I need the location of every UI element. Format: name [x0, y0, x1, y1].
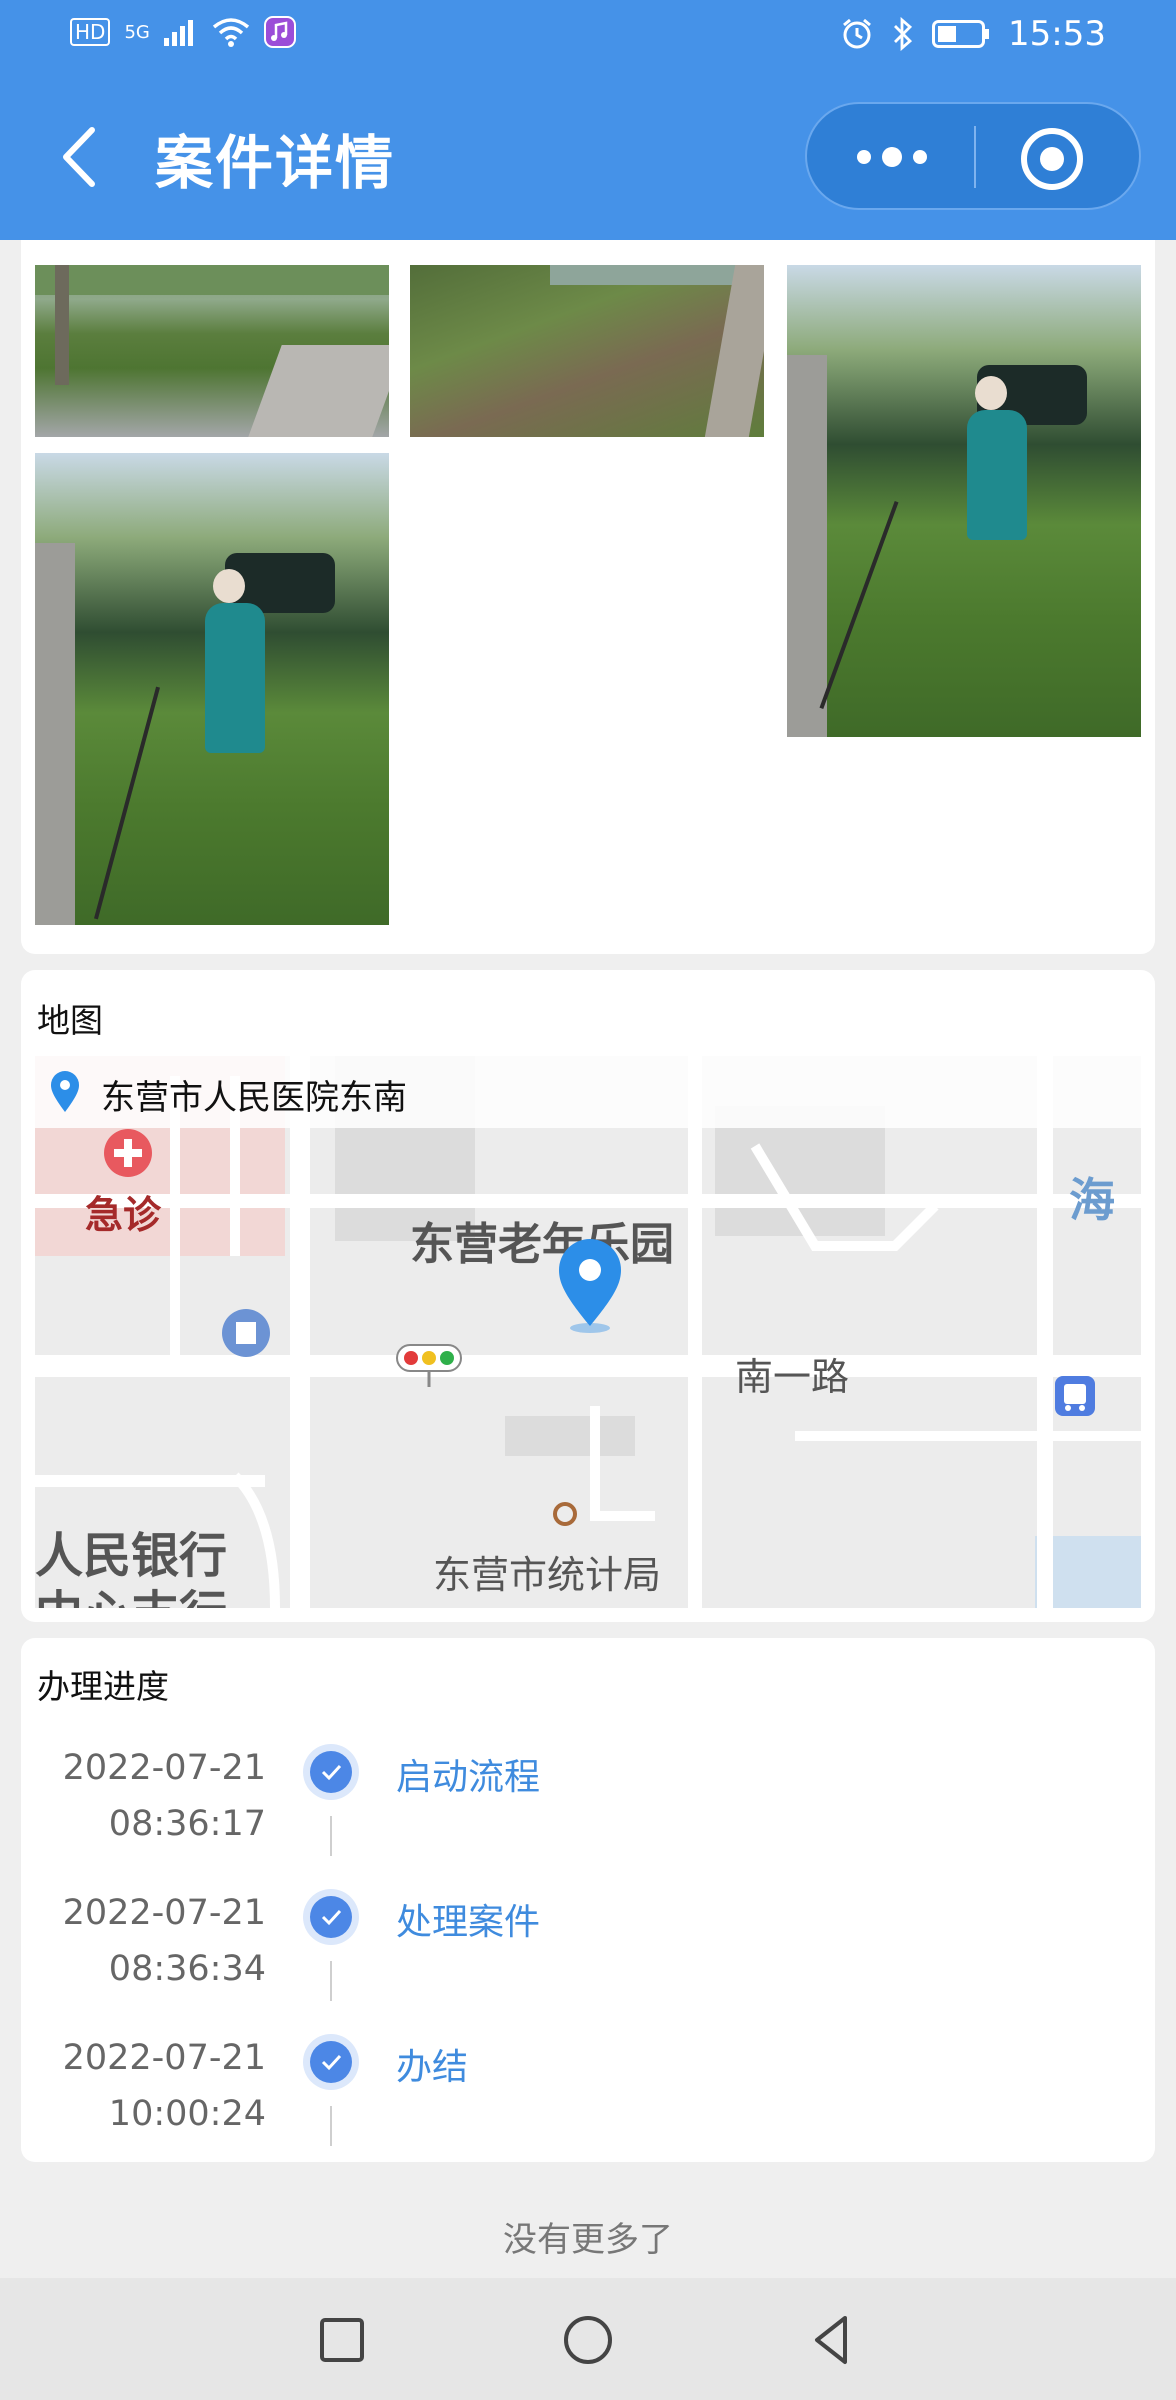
step-name: 启动流程 [396, 1757, 541, 1798]
step-time: 08:36:17 [108, 1804, 266, 1844]
progress-section-title: 办理进度 [37, 1667, 169, 1706]
bluetooth-icon [894, 17, 913, 51]
map-view[interactable]: 东营市人民医院东南 急诊 东营老年乐园 南一路 海 东营市统计局 人民银行 中心… [35, 1056, 1141, 1608]
step-date: 2022-07-21 [62, 1893, 266, 1933]
step-name: 办结 [396, 2047, 469, 2088]
map-location-text: 东营市人民医院东南 [101, 1078, 407, 1118]
timeline-connector [330, 1961, 332, 2001]
target-icon[interactable] [1017, 124, 1087, 194]
case-photo-1[interactable] [35, 265, 389, 437]
map-card: 地图 东营市人民医院东南 急诊 东营老年乐园 南一路 海 东营市统计局 人民银行 [21, 970, 1155, 1622]
status-right: 15:53 [840, 14, 1106, 54]
step-name: 处理案件 [396, 1902, 541, 1943]
system-nav-bar [0, 2278, 1176, 2400]
bank-icon [222, 1309, 270, 1357]
home-icon[interactable] [558, 2310, 618, 2370]
step-time: 10:00:24 [108, 2094, 266, 2134]
map-marker-icon [559, 1239, 621, 1333]
map-label-bank-2: 中心支行 [35, 1574, 227, 1608]
alarm-icon [843, 18, 871, 49]
more-dots-icon[interactable] [852, 124, 932, 190]
status-bar: HD 5G 15:53 [0, 0, 1176, 72]
check-icon [303, 1744, 359, 1800]
poi-dot-icon [553, 1502, 577, 1526]
map-label-park: 东营老年乐园 [410, 1219, 674, 1270]
nav-bar: 案件详情 [0, 72, 1176, 240]
music-app-icon [263, 16, 296, 48]
back-triangle-icon[interactable] [803, 2310, 863, 2370]
map-section-title: 地图 [37, 1001, 103, 1040]
progress-step: 2022-07-21 08:36:17 启动流程 [21, 1744, 1155, 1888]
hd-indicator: HD [70, 18, 111, 46]
traffic-light-icon [396, 1344, 462, 1387]
map-label-road: 南一路 [735, 1355, 850, 1399]
chevron-left-icon[interactable] [50, 122, 110, 192]
status-left: HD 5G [70, 16, 296, 48]
clock-time: 15:53 [1008, 14, 1106, 54]
wifi-icon [212, 18, 249, 47]
progress-card: 办理进度 2022-07-21 08:36:17 启动流程 2022-07-21… [21, 1638, 1155, 2162]
recent-apps-icon[interactable] [312, 2310, 372, 2370]
step-time: 08:36:34 [108, 1949, 266, 1989]
case-photo-3[interactable] [787, 265, 1141, 737]
step-date: 2022-07-21 [62, 1748, 266, 1788]
bus-stop-icon [1055, 1376, 1095, 1416]
map-label-emergency: 急诊 [85, 1193, 162, 1237]
map-label-bureau: 东营市统计局 [433, 1553, 662, 1597]
no-more-text: 没有更多了 [503, 2220, 673, 2260]
capsule-divider [974, 126, 976, 188]
map-location-bar: 东营市人民医院东南 [35, 1056, 1141, 1128]
map-label-hai: 海 [1069, 1173, 1115, 1227]
timeline-connector [330, 2106, 332, 2146]
progress-step: 2022-07-21 08:36:34 处理案件 [21, 1889, 1155, 2033]
signal-icon [163, 20, 193, 46]
page-title: 案件详情 [155, 129, 396, 197]
step-date: 2022-07-21 [62, 2038, 266, 2078]
check-icon [303, 1889, 359, 1945]
battery-icon [932, 20, 990, 48]
location-pin-icon [51, 1071, 79, 1112]
mini-program-capsule [805, 102, 1141, 210]
case-photo-4[interactable] [35, 453, 389, 925]
network-indicator: 5G [124, 21, 150, 43]
case-photo-2[interactable] [410, 265, 764, 437]
photo-gallery [21, 240, 1155, 954]
timeline-connector [330, 1816, 332, 1856]
check-icon [303, 2034, 359, 2090]
hospital-icon [104, 1129, 152, 1177]
progress-step: 2022-07-21 10:00:24 办结 [21, 2034, 1155, 2178]
